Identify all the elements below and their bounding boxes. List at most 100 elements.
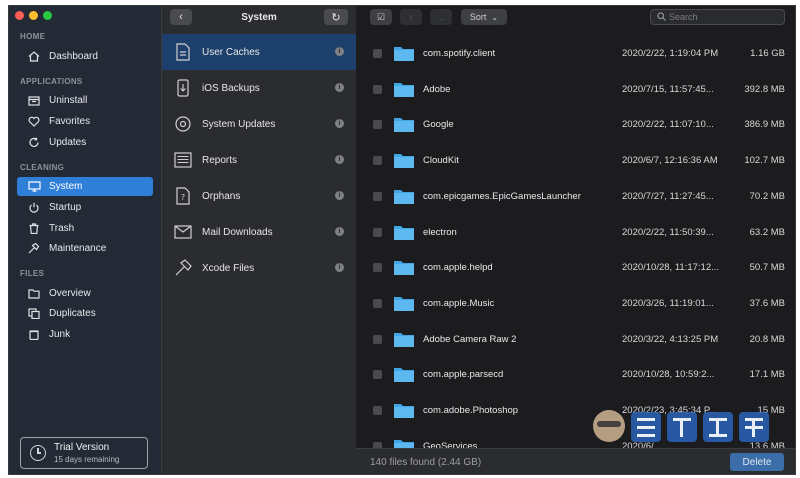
- info-icon[interactable]: i: [335, 47, 344, 56]
- row-checkbox[interactable]: [373, 191, 382, 201]
- select-all-button[interactable]: ☑: [370, 9, 392, 25]
- sidebar-item-system[interactable]: System: [17, 177, 153, 196]
- search-field[interactable]: Search: [650, 9, 785, 25]
- file-row[interactable]: com.epicgames.EpicGamesLauncher 2020/7/27…: [356, 179, 795, 215]
- folder-icon: [394, 154, 414, 169]
- category-reports[interactable]: Reports i: [162, 142, 356, 178]
- sidebar-item-label: Updates: [49, 137, 87, 148]
- sidebar-item-favorites[interactable]: Favorites: [17, 112, 153, 131]
- file-date: 2020/10/28, 10:59:2...: [622, 369, 715, 381]
- ellipsis-icon: …: [436, 12, 446, 22]
- category-ios-backups[interactable]: iOS Backups i: [162, 70, 356, 106]
- file-name: com.apple.parsecd: [423, 369, 504, 381]
- svg-text:?: ?: [181, 193, 185, 202]
- row-checkbox[interactable]: [373, 120, 382, 130]
- row-checkbox[interactable]: [373, 298, 382, 308]
- refresh-icon: ↻: [331, 11, 341, 24]
- category-user-caches[interactable]: User Caches i: [162, 34, 356, 70]
- sidebar-item-label: Trash: [49, 223, 75, 234]
- file-date: 2020/2/22, 11:50:39...: [622, 226, 714, 238]
- category-label: iOS Backups: [202, 82, 260, 94]
- refresh-button[interactable]: ↻: [324, 9, 348, 25]
- category-mail-downloads[interactable]: Mail Downloads i: [162, 214, 356, 250]
- row-checkbox[interactable]: [373, 156, 382, 166]
- more-button[interactable]: …: [430, 9, 452, 25]
- row-checkbox[interactable]: [373, 263, 382, 273]
- search-icon: [657, 11, 666, 23]
- section-files: FILES: [20, 269, 45, 278]
- info-icon[interactable]: i: [335, 191, 344, 200]
- gear-icon: [173, 114, 193, 134]
- sidebar-item-uninstall[interactable]: Uninstall: [17, 91, 153, 110]
- folder-icon: [394, 189, 414, 204]
- row-checkbox[interactable]: [373, 406, 382, 415]
- folder-search-icon: [26, 288, 42, 300]
- info-icon[interactable]: i: [335, 227, 344, 236]
- sidebar-item-duplicates[interactable]: Duplicates: [17, 304, 153, 323]
- file-name: Adobe: [423, 83, 451, 95]
- status-bar: 140 files found (2.44 GB) Delete: [356, 448, 795, 474]
- move-button[interactable]: ↕: [400, 9, 422, 25]
- file-name: GeoServices: [423, 440, 478, 448]
- file-row[interactable]: Google 2020/2/22, 11:07:10... 386.9 MB: [356, 107, 795, 143]
- file-date: 2020/2/22, 1:19:04 PM: [622, 48, 719, 59]
- file-size: 386.9 MB: [744, 119, 785, 131]
- sidebar-item-overview[interactable]: Overview: [17, 284, 153, 303]
- sidebar-item-dashboard[interactable]: Dashboard: [17, 47, 153, 66]
- search-placeholder: Search: [669, 12, 698, 22]
- category-label: Xcode Files: [202, 262, 255, 274]
- trial-version-button[interactable]: Trial Version 15 days remaining: [20, 437, 148, 469]
- file-row[interactable]: com.spotify.client 2020/2/22, 1:19:04 PM 1…: [356, 36, 795, 72]
- sidebar-item-label: Uninstall: [49, 95, 88, 106]
- envelope-icon: [173, 222, 193, 242]
- folder-icon: [394, 439, 414, 448]
- file-size: 20.8 MB: [749, 333, 785, 345]
- close-window-button[interactable]: [15, 11, 24, 20]
- info-icon[interactable]: i: [335, 83, 344, 92]
- trial-subtitle: 15 days remaining: [54, 455, 120, 464]
- heart-icon: [26, 116, 42, 128]
- file-name: Adobe Camera Raw 2: [423, 333, 517, 345]
- file-date: 2020/10/28, 11:17:12...: [622, 262, 720, 274]
- clock-icon: [30, 445, 46, 461]
- folder-icon: [394, 225, 414, 240]
- sidebar-item-label: Duplicates: [49, 308, 96, 319]
- section-home: HOME: [20, 32, 46, 41]
- file-row[interactable]: CloudKit 2020/6/7, 12:16:36 AM 102.7 MB: [356, 143, 795, 179]
- delete-button[interactable]: Delete: [730, 453, 784, 471]
- row-checkbox[interactable]: [373, 227, 382, 237]
- zoom-window-button[interactable]: [43, 11, 52, 20]
- info-icon[interactable]: i: [335, 155, 344, 164]
- row-checkbox[interactable]: [373, 84, 382, 94]
- file-date: 2020/3/26, 11:19:01...: [622, 297, 714, 309]
- sidebar-item-startup[interactable]: Startup: [17, 198, 153, 217]
- chevron-down-icon: ⌄: [491, 12, 499, 22]
- document-icon: [173, 42, 193, 62]
- info-icon[interactable]: i: [335, 119, 344, 128]
- row-checkbox[interactable]: [373, 49, 382, 58]
- file-row[interactable]: Adobe Camera Raw 2 2020/3/22, 4:13:25 PM 2…: [356, 322, 795, 358]
- file-name: com.epicgames.EpicGamesLauncher: [423, 190, 581, 202]
- row-checkbox[interactable]: [373, 334, 382, 344]
- sidebar-item-trash[interactable]: Trash: [17, 219, 153, 238]
- sort-dropdown[interactable]: Sort ⌄: [461, 9, 507, 25]
- sidebar-item-label: Startup: [49, 202, 82, 213]
- category-label: User Caches: [202, 46, 260, 58]
- file-row[interactable]: com.apple.Music 2020/3/26, 11:19:01... 37.…: [356, 286, 795, 322]
- minimize-window-button[interactable]: [29, 11, 38, 20]
- question-file-icon: ?: [173, 186, 193, 206]
- file-size: 37.6 MB: [749, 297, 785, 309]
- sidebar-item-maintenance[interactable]: Maintenance: [17, 239, 153, 258]
- file-row[interactable]: com.apple.parsecd 2020/10/28, 10:59:2... 1…: [356, 357, 795, 393]
- sidebar-item-updates[interactable]: Updates: [17, 133, 153, 152]
- file-row[interactable]: com.apple.helpd 2020/10/28, 11:17:12... 50…: [356, 250, 795, 286]
- category-orphans[interactable]: ? Orphans i: [162, 178, 356, 214]
- file-row[interactable]: electron 2020/2/22, 11:50:39... 63.2 MB: [356, 215, 795, 251]
- file-row[interactable]: Adobe 2020/7/15, 11:57:45... 392.8 MB: [356, 72, 795, 108]
- category-system-updates[interactable]: System Updates i: [162, 106, 356, 142]
- info-icon[interactable]: i: [335, 263, 344, 272]
- row-checkbox[interactable]: [373, 370, 382, 380]
- app-window: HOME Dashboard APPLICATIONS Uninstall Fa…: [8, 5, 796, 475]
- category-xcode-files[interactable]: Xcode Files i: [162, 250, 356, 286]
- sidebar-item-junk[interactable]: Junk: [17, 325, 153, 344]
